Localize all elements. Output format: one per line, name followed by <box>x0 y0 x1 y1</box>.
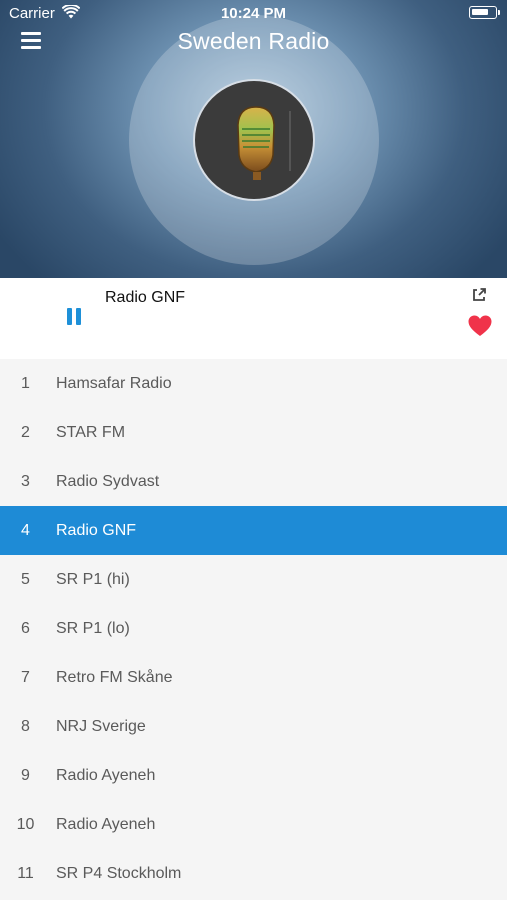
station-row[interactable]: 10 Radio Ayeneh <box>0 800 507 849</box>
station-row[interactable]: 6 SR P1 (lo) <box>0 604 507 653</box>
now-playing-title: Radio GNF <box>105 289 186 306</box>
station-name: NRJ Sverige <box>56 718 146 735</box>
station-artwork <box>193 79 315 201</box>
pause-button[interactable] <box>65 308 83 326</box>
station-row[interactable]: 11 SR P4 Stockholm <box>0 849 507 898</box>
station-name: SR P1 (hi) <box>56 571 130 588</box>
station-number: 4 <box>21 522 30 539</box>
station-name: Radio GNF <box>56 522 137 539</box>
station-row[interactable]: 7 Retro FM Skåne <box>0 653 507 702</box>
station-name: Radio Ayeneh <box>56 816 156 833</box>
station-row[interactable]: 5 SR P1 (hi) <box>0 555 507 604</box>
station-row[interactable]: 2 STAR FM <box>0 408 507 457</box>
hero-header: Carrier 10:24 PM Sweden Radio <box>0 0 507 278</box>
station-row[interactable]: 3 Radio Sydvast <box>0 457 507 506</box>
station-name: SR P1 (lo) <box>56 620 130 637</box>
station-number: 2 <box>21 424 30 441</box>
microphone-icon <box>237 106 291 180</box>
station-number: 8 <box>21 718 30 735</box>
station-row[interactable]: 8 NRJ Sverige <box>0 702 507 751</box>
external-link-icon[interactable] <box>471 287 487 303</box>
station-number: 1 <box>21 375 30 392</box>
station-name: Hamsafar Radio <box>56 375 172 392</box>
station-number: 6 <box>21 620 30 637</box>
station-number: 10 <box>16 816 35 833</box>
station-number: 11 <box>17 865 34 882</box>
station-row[interactable]: 1 Hamsafar Radio <box>0 359 507 408</box>
now-playing-bar: Radio GNF <box>0 278 507 359</box>
station-row[interactable]: 9 Radio Ayeneh <box>0 751 507 800</box>
station-list: 1 Hamsafar Radio 2 STAR FM 3 Radio Sydvast 4 Ra… <box>0 359 507 898</box>
heart-icon[interactable] <box>468 315 492 337</box>
station-name: STAR FM <box>56 424 126 441</box>
station-row[interactable]: 4 Radio GNF <box>0 506 507 555</box>
station-number: 7 <box>21 669 30 686</box>
station-number: 9 <box>21 767 30 784</box>
station-name: Radio Sydvast <box>56 473 160 490</box>
station-name: Retro FM Skåne <box>56 669 173 686</box>
station-name: SR P4 Stockholm <box>56 865 182 882</box>
station-number: 3 <box>21 473 30 490</box>
battery-icon <box>469 6 500 19</box>
station-name: Radio Ayeneh <box>56 767 156 784</box>
station-number: 5 <box>21 571 30 588</box>
